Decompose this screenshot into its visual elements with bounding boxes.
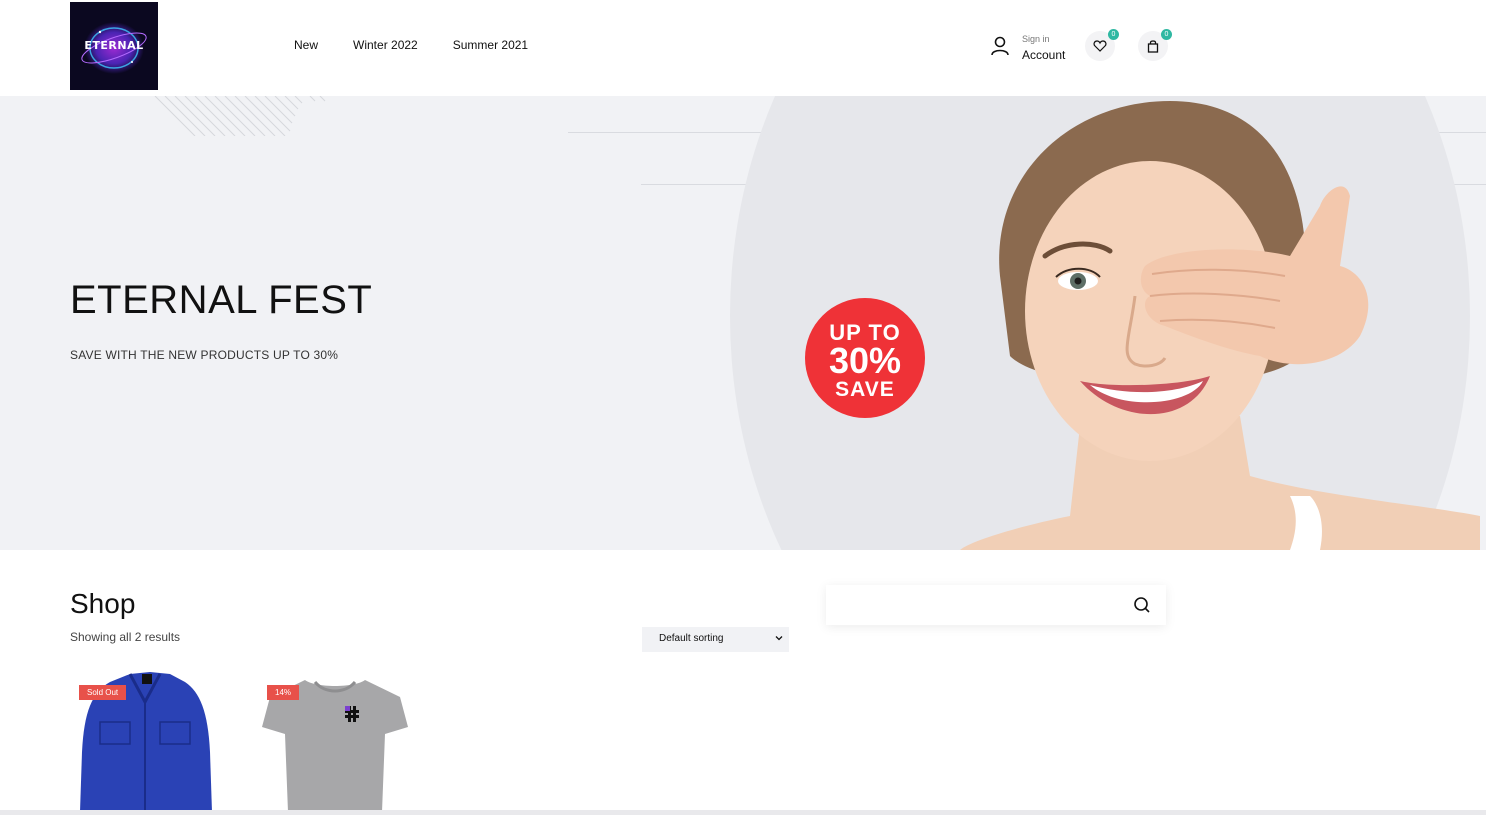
main-nav: New Winter 2022 Summer 2021 xyxy=(294,38,528,52)
shop-title: Shop xyxy=(70,588,136,619)
wishlist-button[interactable]: 0 xyxy=(1085,29,1119,61)
product-card-jacket[interactable]: Sold Out xyxy=(70,672,220,812)
cart-button[interactable]: 0 xyxy=(1138,29,1172,61)
promo-line-2: 30% xyxy=(828,340,902,381)
promo-line-3: SAVE xyxy=(835,378,895,401)
sold-out-tag: Sold Out xyxy=(79,685,127,700)
account-link[interactable]: Sign in Account xyxy=(990,32,1070,62)
hero-title: ETERNAL FEST xyxy=(70,278,373,322)
search-icon[interactable] xyxy=(1133,596,1151,614)
wishlist-count-badge: 0 xyxy=(1108,29,1119,40)
hero-subtitle: SAVE WITH THE NEW PRODUCTS UP TO 30% xyxy=(70,348,339,362)
sorting-selected-value: Default sorting xyxy=(659,633,724,644)
hero-model-image xyxy=(960,101,1480,550)
cart-count-badge: 0 xyxy=(1161,29,1172,40)
search-input[interactable] xyxy=(836,593,1126,617)
nav-item-summer-2021[interactable]: Summer 2021 xyxy=(453,38,528,52)
user-icon xyxy=(991,36,1009,56)
discount-tag: 14% xyxy=(267,685,300,700)
hero-banner: ETERNAL FEST SAVE WITH THE NEW PRODUCTS … xyxy=(0,96,1486,550)
nav-item-winter-2022[interactable]: Winter 2022 xyxy=(353,38,418,52)
site-logo[interactable]: ETERNAL xyxy=(70,2,158,90)
heart-icon xyxy=(1093,40,1107,52)
logo-text: ETERNAL xyxy=(84,39,144,52)
sign-in-label: Sign in xyxy=(1022,34,1050,44)
horizontal-scrollbar[interactable] xyxy=(0,810,1486,815)
nav-item-new[interactable]: New xyxy=(294,38,318,52)
decorative-stripes xyxy=(154,96,326,136)
account-label: Account xyxy=(1022,48,1066,62)
promo-badge: UP TO 30% SAVE xyxy=(805,298,925,418)
chevron-down-icon xyxy=(775,636,783,641)
site-header: ETERNAL New Winter 2022 Summer 2021 Sign… xyxy=(0,0,1486,96)
sorting-select[interactable]: Default sorting xyxy=(642,627,789,652)
search-box xyxy=(826,585,1166,625)
shopping-bag-icon xyxy=(1147,40,1159,53)
results-count: Showing all 2 results xyxy=(70,630,181,644)
product-card-tshirt[interactable]: 14% xyxy=(260,672,410,812)
